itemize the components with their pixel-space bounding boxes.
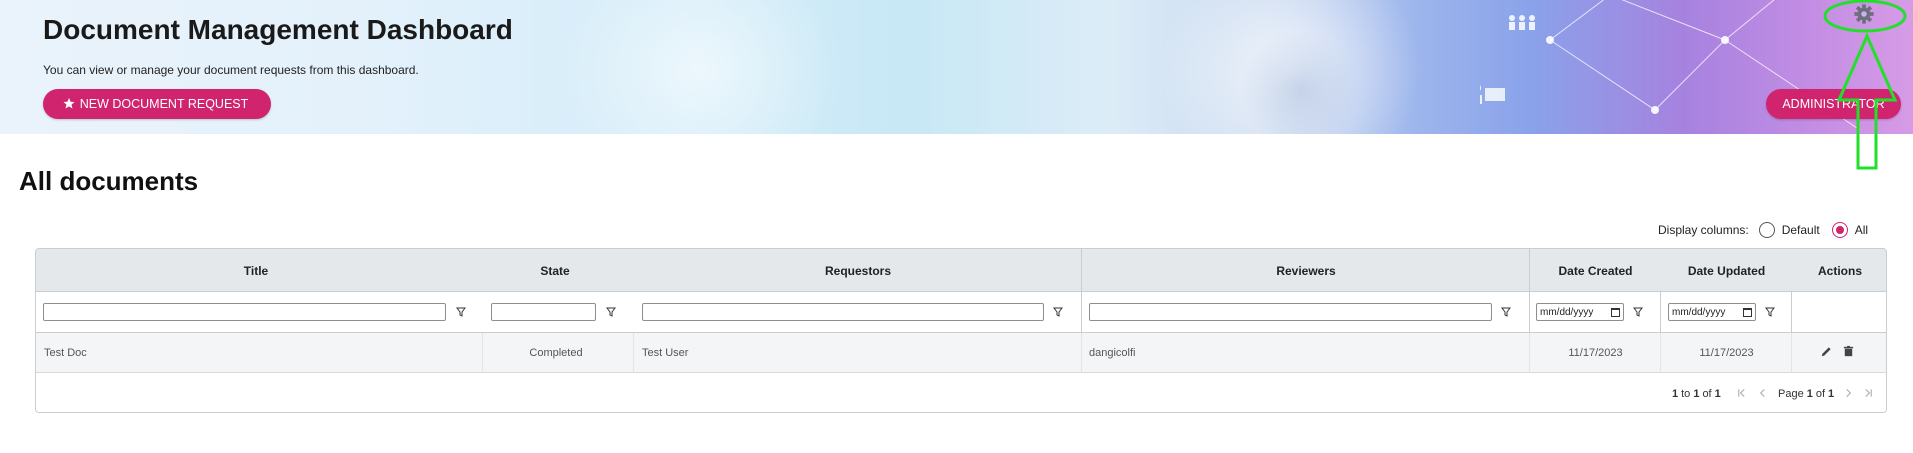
all-radio[interactable] — [1831, 222, 1848, 238]
filter-icon[interactable] — [606, 307, 616, 317]
previous-page-icon[interactable] — [1758, 388, 1767, 398]
filter-icon[interactable] — [1633, 307, 1643, 317]
gear-icon[interactable] — [1853, 3, 1875, 25]
range-total: 1 — [1714, 387, 1721, 400]
banner-glow — [520, 0, 880, 134]
requestors-filter-input[interactable] — [642, 303, 1044, 321]
cell-requestors: Test User — [642, 347, 689, 359]
column-header-state[interactable]: State — [476, 249, 634, 292]
cell-state: Completed — [529, 347, 583, 359]
table-row[interactable]: Test Doc Completed Test User dangicolfi … — [36, 333, 1886, 373]
default-radio-label: Default — [1781, 223, 1820, 237]
display-columns-toggle: Display columns: Default All — [1658, 222, 1880, 238]
grid-filter-row: mm/dd/yyyy mm/dd/yyyy — [36, 292, 1886, 333]
column-divider — [1529, 249, 1530, 292]
column-divider — [1081, 249, 1082, 292]
grid-header-row: Title State Requestors Reviewers Date Cr… — [36, 249, 1886, 292]
page-count: 1 — [1828, 387, 1835, 400]
new-document-request-button[interactable]: NEW DOCUMENT REQUEST — [43, 89, 271, 119]
state-filter-input[interactable] — [491, 303, 596, 321]
filter-icon[interactable] — [1501, 307, 1511, 317]
next-page-icon[interactable] — [1844, 388, 1853, 398]
calendar-icon[interactable] — [1611, 307, 1620, 317]
range-of-word: of — [1702, 387, 1712, 400]
page-word: Page — [1778, 387, 1804, 400]
column-header-requestors[interactable]: Requestors — [634, 249, 1082, 292]
title-filter-input[interactable] — [43, 303, 446, 321]
cell-title: Test Doc — [44, 347, 87, 359]
row-count-summary: 1 to 1 of 1 — [1672, 373, 1721, 412]
edit-pencil-icon[interactable] — [1820, 345, 1833, 358]
reviewers-filter-input[interactable] — [1089, 303, 1492, 321]
column-header-title[interactable]: Title — [36, 249, 476, 292]
column-divider — [1791, 333, 1792, 373]
column-divider — [1660, 292, 1661, 333]
grid-pagination: 1 to 1 of 1 Page 1 of 1 — [36, 373, 1886, 412]
filter-icon[interactable] — [1765, 307, 1775, 317]
column-divider — [633, 333, 634, 373]
filter-icon[interactable] — [456, 307, 466, 317]
display-columns-all-option[interactable]: All — [1831, 222, 1869, 238]
cell-date-created: 11/17/2023 — [1568, 347, 1623, 359]
date-created-placeholder: mm/dd/yyyy — [1540, 306, 1594, 318]
display-columns-label: Display columns: — [1658, 223, 1749, 237]
cell-date-updated: 11/17/2023 — [1699, 347, 1754, 359]
range-to: 1 — [1693, 387, 1700, 400]
column-header-actions: Actions — [1817, 263, 1862, 278]
default-radio[interactable] — [1758, 222, 1775, 238]
documents-grid: Title State Requestors Reviewers Date Cr… — [35, 248, 1887, 413]
all-radio-label: All — [1854, 223, 1869, 237]
administrator-button[interactable]: ADMINISTRATOR — [1766, 89, 1901, 119]
header-banner: Document Management Dashboard You can vi… — [0, 0, 1913, 134]
date-updated-filter-input[interactable]: mm/dd/yyyy — [1668, 303, 1756, 321]
current-page: 1 — [1806, 387, 1813, 400]
column-divider — [482, 333, 483, 373]
delete-trash-icon[interactable] — [1842, 345, 1855, 358]
column-divider — [1791, 292, 1792, 333]
column-divider — [1081, 333, 1082, 373]
first-page-icon[interactable] — [1737, 388, 1746, 398]
page-indicator: Page 1 of 1 — [1778, 373, 1835, 412]
column-divider — [1529, 292, 1530, 333]
new-document-request-label: NEW DOCUMENT REQUEST — [79, 97, 249, 111]
column-header-date-created[interactable]: Date Created — [1530, 249, 1661, 292]
star-icon — [63, 98, 75, 109]
column-divider — [1529, 333, 1530, 373]
cell-reviewers: dangicolfi — [1089, 347, 1136, 359]
filter-icon[interactable] — [1053, 307, 1063, 317]
page-subtitle: You can view or manage your document req… — [43, 63, 419, 77]
administrator-label: ADMINISTRATOR — [1782, 97, 1885, 111]
range-to-word: to — [1681, 387, 1691, 400]
range-from: 1 — [1672, 387, 1679, 400]
column-divider — [1081, 292, 1082, 333]
page-title: Document Management Dashboard — [43, 14, 513, 45]
display-columns-default-option[interactable]: Default — [1758, 222, 1820, 238]
column-header-date-updated[interactable]: Date Updated — [1661, 249, 1792, 292]
column-header-reviewers[interactable]: Reviewers — [1082, 249, 1530, 292]
calendar-icon[interactable] — [1743, 307, 1752, 317]
date-created-filter-input[interactable]: mm/dd/yyyy — [1536, 303, 1624, 321]
date-updated-placeholder: mm/dd/yyyy — [1672, 306, 1726, 318]
last-page-icon[interactable] — [1864, 388, 1873, 398]
page-of-word: of — [1815, 387, 1826, 400]
section-title: All documents — [19, 166, 199, 196]
column-divider — [1660, 333, 1661, 373]
